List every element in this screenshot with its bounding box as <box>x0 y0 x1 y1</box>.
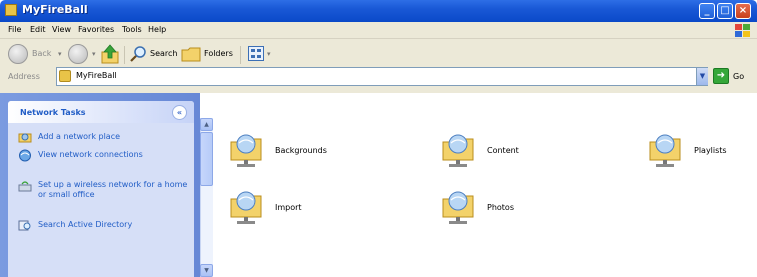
search-directory-icon <box>18 220 31 231</box>
menu-file[interactable]: File <box>8 25 21 34</box>
folder-label[interactable]: Photos <box>487 203 514 212</box>
menu-view[interactable]: View <box>52 25 71 34</box>
task-pane: Network Tasks « Add a network place View… <box>0 93 200 277</box>
address-value[interactable]: MyFireBall <box>76 71 117 80</box>
title-bar[interactable]: MyFireBall _ □ × <box>0 0 757 22</box>
address-label: Address <box>8 72 40 81</box>
forward-dropdown-icon[interactable]: ▾ <box>92 50 96 58</box>
menu-bar: File Edit View Favorites Tools Help <box>0 22 757 39</box>
folder-playlists[interactable]: Playlists <box>646 130 757 170</box>
wireless-network-icon <box>18 181 32 192</box>
folder-view: Backgrounds Content Playlists Import Pho… <box>213 93 757 277</box>
network-folder-icon <box>230 191 262 224</box>
task-search-active-directory[interactable]: Search Active Directory <box>18 219 188 233</box>
network-folder-small-icon <box>59 70 71 82</box>
folder-photos[interactable]: Photos <box>439 187 639 227</box>
menu-help[interactable]: Help <box>148 25 166 34</box>
scroll-up-arrow-icon[interactable]: ▲ <box>200 118 213 131</box>
folder-backgrounds[interactable]: Backgrounds <box>227 130 427 170</box>
explorer-window: MyFireBall _ □ × File Edit View Favorite… <box>0 0 757 277</box>
folder-label[interactable]: Playlists <box>694 146 727 155</box>
folders-button[interactable]: Folders <box>204 49 233 58</box>
collapse-chevron-icon[interactable]: « <box>172 105 187 120</box>
toolbar-separator <box>124 46 125 64</box>
menu-favorites[interactable]: Favorites <box>78 25 114 34</box>
minimize-button[interactable]: _ <box>699 3 715 19</box>
folder-label[interactable]: Backgrounds <box>275 146 327 155</box>
network-tasks-header[interactable]: Network Tasks « <box>8 101 194 123</box>
window-icon <box>5 4 17 16</box>
task-label[interactable]: Set up a wireless network for a home or … <box>38 180 188 200</box>
task-view-network-connections[interactable]: View network connections <box>18 149 188 173</box>
back-button[interactable] <box>8 44 28 64</box>
task-label[interactable]: Search Active Directory <box>38 220 188 230</box>
scroll-down-arrow-icon[interactable]: ▼ <box>200 264 213 277</box>
go-button[interactable]: Go <box>733 72 744 81</box>
network-folder-icon <box>442 191 474 224</box>
network-folder-icon <box>442 134 474 167</box>
folder-label[interactable]: Content <box>487 146 519 155</box>
windows-flag-icon <box>735 24 750 37</box>
folders-icon[interactable] <box>181 46 201 62</box>
task-setup-wireless-network[interactable]: Set up a wireless network for a home or … <box>18 179 188 213</box>
folder-import[interactable]: Import <box>227 187 427 227</box>
task-add-network-place[interactable]: Add a network place <box>18 131 188 145</box>
menu-tools[interactable]: Tools <box>122 25 142 34</box>
scroll-thumb[interactable] <box>200 132 213 186</box>
network-tasks-group: Network Tasks « Add a network place View… <box>8 101 194 277</box>
network-folder-icon <box>230 134 262 167</box>
views-icon[interactable] <box>248 46 264 61</box>
search-icon[interactable] <box>130 45 148 63</box>
task-label[interactable]: View network connections <box>38 150 188 160</box>
toolbar-separator <box>240 46 241 64</box>
up-folder-icon[interactable] <box>101 44 119 64</box>
network-tasks-title[interactable]: Network Tasks <box>20 108 86 117</box>
task-label[interactable]: Add a network place <box>38 132 188 142</box>
close-button[interactable]: × <box>735 3 751 19</box>
maximize-button[interactable]: □ <box>717 3 733 19</box>
folder-content[interactable]: Content <box>439 130 639 170</box>
menu-edit[interactable]: Edit <box>30 25 46 34</box>
go-arrow-icon[interactable]: ➜ <box>713 68 729 84</box>
address-dropdown-button[interactable]: ▼ <box>696 68 708 85</box>
address-field[interactable] <box>56 67 708 86</box>
network-folder-icon <box>649 134 681 167</box>
back-label[interactable]: Back <box>32 49 51 58</box>
search-button[interactable]: Search <box>150 49 177 58</box>
window-title: MyFireBall <box>22 3 88 16</box>
network-connections-icon <box>19 149 31 162</box>
network-place-icon <box>18 133 32 143</box>
back-dropdown-icon[interactable]: ▾ <box>58 50 62 58</box>
folder-label[interactable]: Import <box>275 203 302 212</box>
views-dropdown-icon[interactable]: ▾ <box>267 50 271 58</box>
forward-button[interactable] <box>68 44 88 64</box>
